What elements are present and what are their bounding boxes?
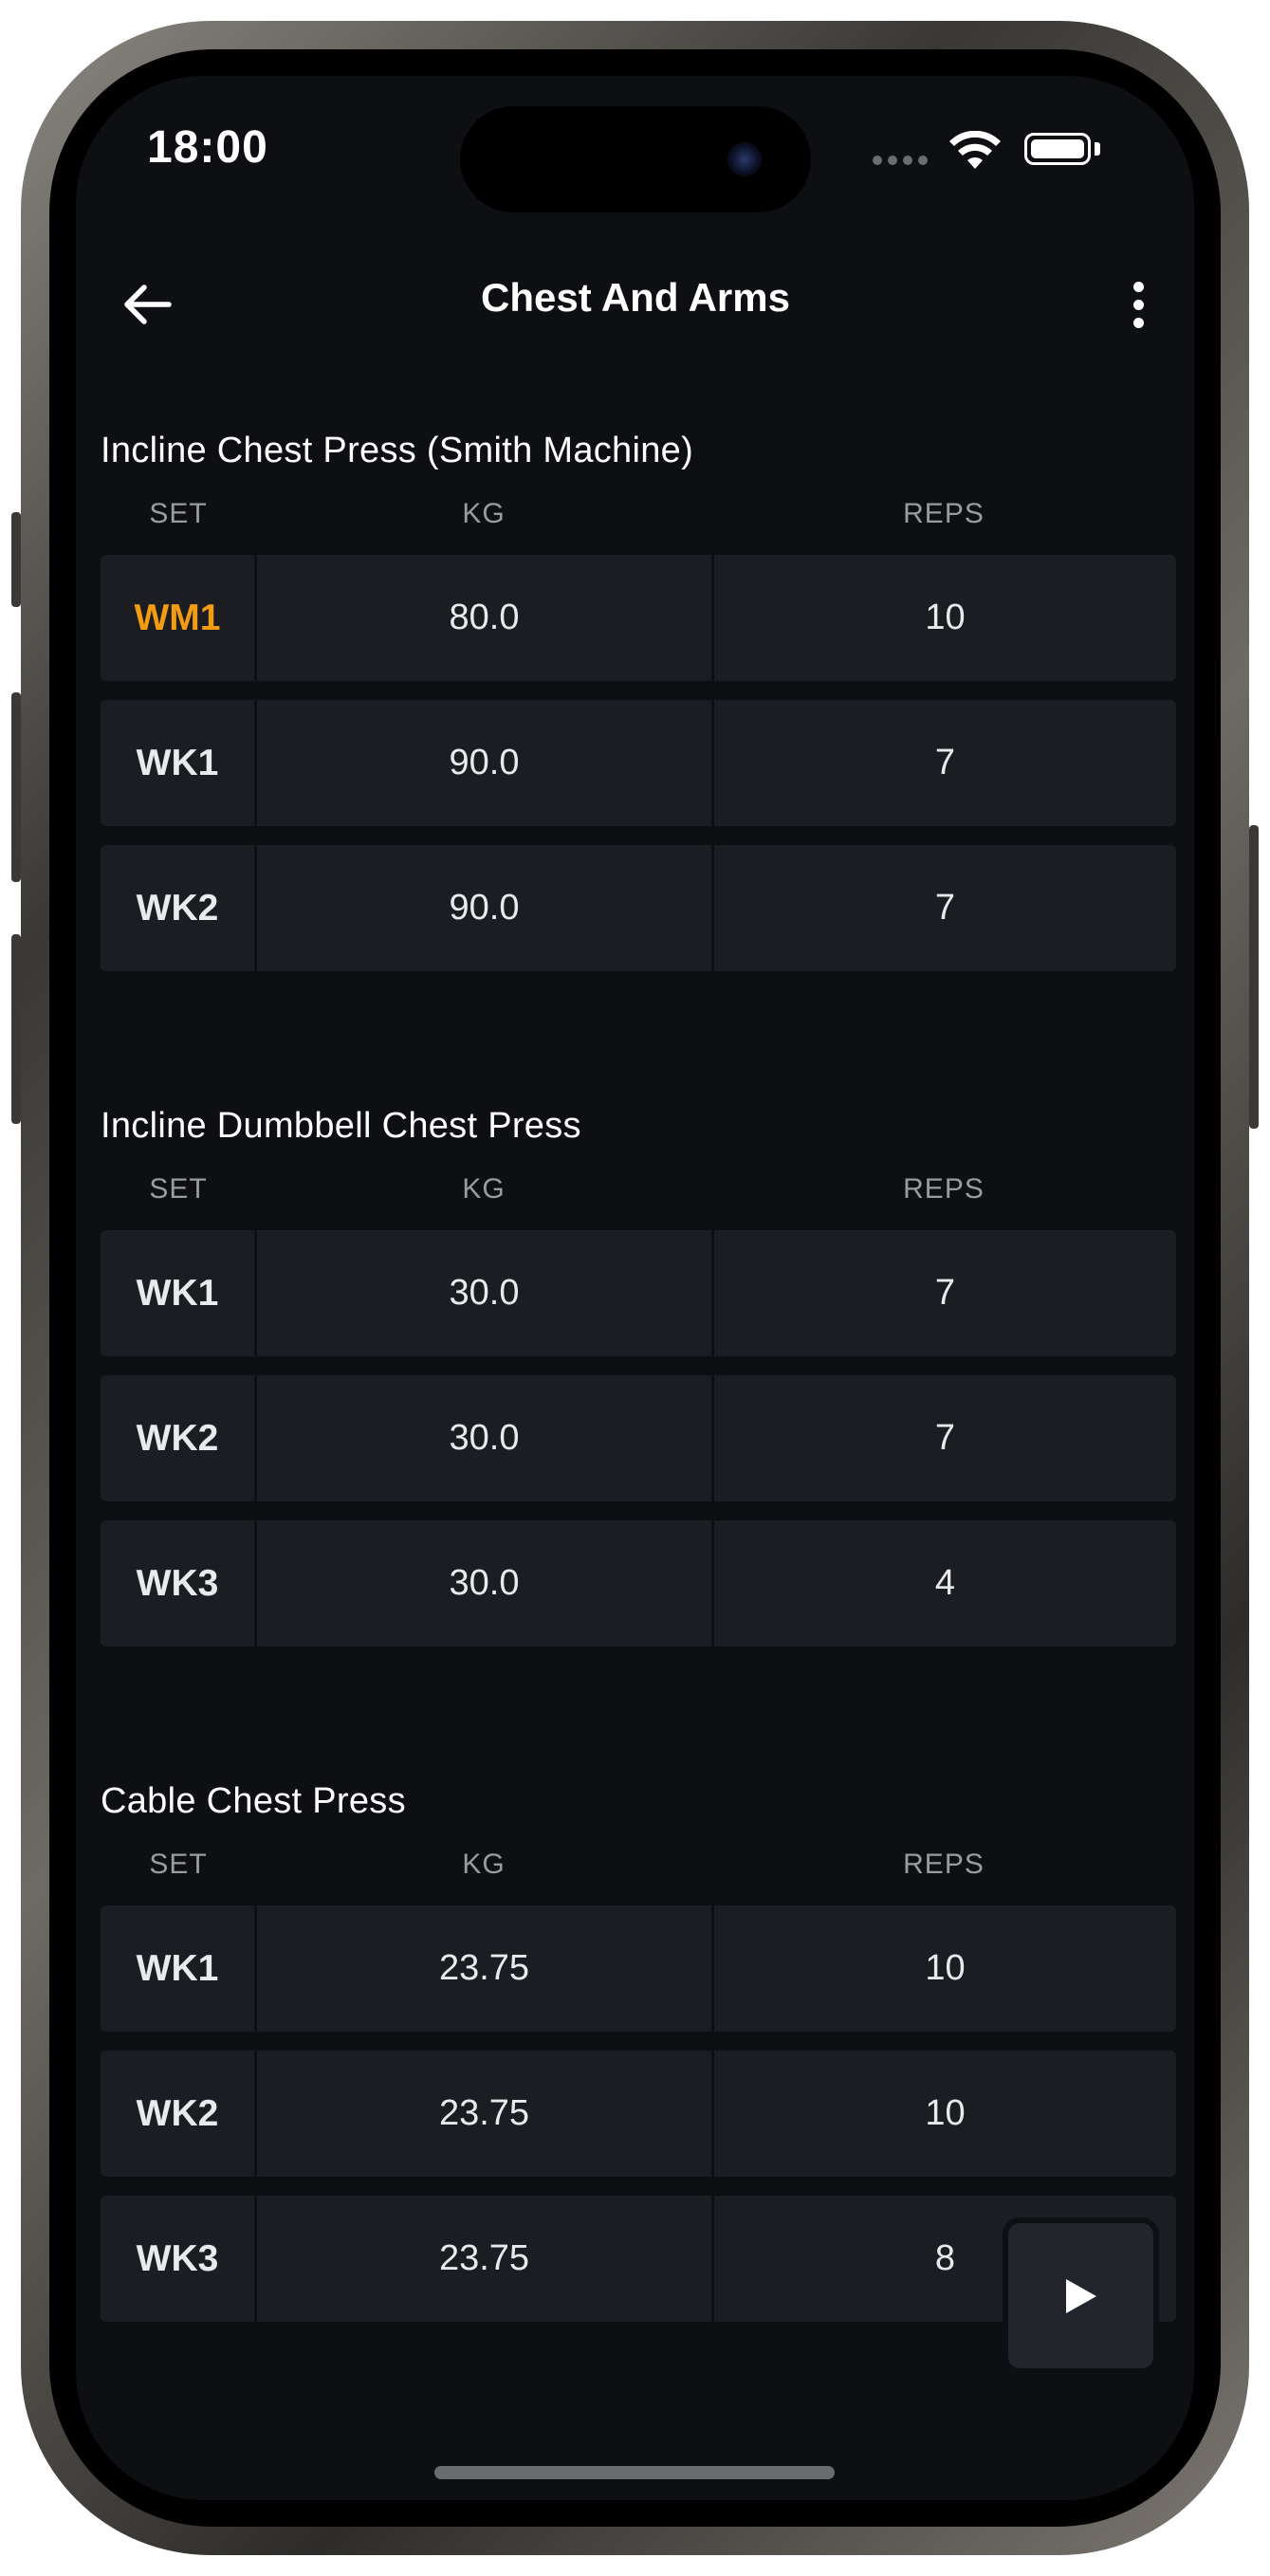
- column-header-reps: REPS: [903, 1173, 985, 1205]
- set-label: WK1: [101, 1230, 257, 1356]
- reps-value[interactable]: 10: [714, 2051, 1176, 2177]
- set-label: WK3: [101, 2196, 257, 2322]
- set-row[interactable]: WK1 90.0 7: [101, 700, 1176, 826]
- set-row[interactable]: WK1 30.0 7: [101, 1230, 1176, 1356]
- set-label: WK2: [101, 845, 257, 971]
- reps-value[interactable]: 10: [714, 1905, 1176, 2032]
- page-title: Chest And Arms: [481, 275, 790, 320]
- wifi-icon: [949, 131, 1001, 169]
- play-icon: [1065, 2278, 1096, 2313]
- play-button[interactable]: [1008, 2223, 1153, 2368]
- column-headers: SET KG REPS: [101, 498, 1176, 555]
- dynamic-island: [460, 106, 811, 212]
- exercise-section: Incline Dumbbell Chest Press SET KG REPS…: [101, 1101, 1176, 1647]
- set-label: WK1: [101, 700, 257, 826]
- volume-down-button: [11, 934, 21, 1124]
- cellular-signal-icon: [873, 156, 928, 165]
- exercise-section: Incline Chest Press (Smith Machine) SET …: [101, 426, 1176, 971]
- kg-value[interactable]: 90.0: [257, 845, 714, 971]
- set-row[interactable]: WK3 30.0 4: [101, 1520, 1176, 1647]
- set-row[interactable]: WM1 80.0 10: [101, 555, 1176, 681]
- arrow-left-icon: [124, 285, 172, 324]
- column-header-set: SET: [149, 1173, 208, 1205]
- set-row[interactable]: WK2 23.75 10: [101, 2051, 1176, 2177]
- exercise-title: Incline Chest Press (Smith Machine): [101, 431, 694, 470]
- set-label: WK2: [101, 2051, 257, 2177]
- column-header-kg: KG: [462, 1173, 506, 1205]
- volume-up-button: [11, 692, 21, 882]
- reps-value[interactable]: 10: [714, 555, 1176, 681]
- more-options-button[interactable]: [1112, 270, 1165, 339]
- reps-value[interactable]: 7: [714, 845, 1176, 971]
- set-label: WK3: [101, 1520, 257, 1647]
- column-header-reps: REPS: [903, 498, 985, 529]
- set-row[interactable]: WK1 23.75 10: [101, 1905, 1176, 2032]
- reps-value[interactable]: 4: [714, 1520, 1176, 1647]
- exercise-title: Incline Dumbbell Chest Press: [101, 1106, 581, 1146]
- column-header-kg: KG: [462, 1849, 506, 1880]
- kg-value[interactable]: 30.0: [257, 1230, 714, 1356]
- power-button: [1249, 825, 1259, 1129]
- kg-value[interactable]: 30.0: [257, 1520, 714, 1647]
- status-time: 18:00: [147, 122, 268, 173]
- column-header-reps: REPS: [903, 1849, 985, 1880]
- kg-value[interactable]: 90.0: [257, 700, 714, 826]
- more-vertical-icon: [1132, 281, 1144, 292]
- set-label: WK2: [101, 1375, 257, 1501]
- kg-value[interactable]: 23.75: [257, 2196, 714, 2322]
- front-camera-icon: [727, 142, 762, 176]
- reps-value[interactable]: 7: [714, 1375, 1176, 1501]
- column-header-kg: KG: [462, 498, 506, 529]
- battery-icon: [1024, 133, 1091, 165]
- action-button: [11, 512, 21, 607]
- kg-value[interactable]: 30.0: [257, 1375, 714, 1501]
- reps-value[interactable]: 7: [714, 1230, 1176, 1356]
- column-header-set: SET: [149, 498, 208, 529]
- set-label: WK1: [101, 1905, 257, 2032]
- column-header-set: SET: [149, 1849, 208, 1880]
- kg-value[interactable]: 23.75: [257, 2051, 714, 2177]
- back-button[interactable]: [114, 270, 182, 339]
- column-headers: SET KG REPS: [101, 1173, 1176, 1230]
- exercise-title: Cable Chest Press: [101, 1781, 406, 1821]
- home-indicator[interactable]: [434, 2466, 835, 2479]
- kg-value[interactable]: 80.0: [257, 555, 714, 681]
- kg-value[interactable]: 23.75: [257, 1905, 714, 2032]
- set-label: WM1: [101, 555, 257, 681]
- battery-cap: [1095, 142, 1100, 156]
- column-headers: SET KG REPS: [101, 1849, 1176, 1905]
- set-row[interactable]: WK2 30.0 7: [101, 1375, 1176, 1501]
- reps-value[interactable]: 7: [714, 700, 1176, 826]
- set-row[interactable]: WK2 90.0 7: [101, 845, 1176, 971]
